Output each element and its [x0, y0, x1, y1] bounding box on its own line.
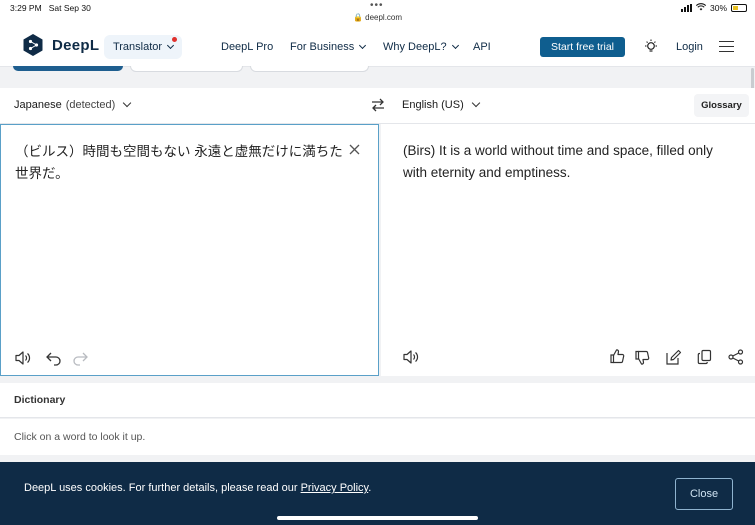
- navbar: DeepL Translator DeepL Pro For Business …: [0, 27, 755, 67]
- hamburger-menu-icon[interactable]: [719, 41, 734, 53]
- cookie-message: DeepL uses cookies. For further details,…: [24, 482, 372, 494]
- start-free-trial-button[interactable]: Start free trial: [540, 37, 625, 57]
- translated-text: (Birs) It is a world without time and sp…: [403, 143, 713, 180]
- deepl-logo-icon: [23, 34, 43, 56]
- thumbs-down-icon[interactable]: [633, 350, 651, 366]
- brand-name: DeepL: [52, 36, 100, 54]
- translator-label: Translator: [112, 41, 163, 53]
- battery-icon: [731, 4, 747, 12]
- notification-dot: [172, 37, 177, 42]
- source-text-panel[interactable]: （ビルス）時間も空間もない 永遠と虚無だけに満ちた世界だ。: [0, 124, 379, 376]
- undo-icon[interactable]: [45, 350, 63, 366]
- address-bar[interactable]: 🔒 deepl.com: [0, 13, 755, 22]
- page: 3:29 PM Sat Sep 30 ••• 🔒 deepl.com 30% D: [0, 0, 755, 525]
- dictionary-header: Dictionary: [0, 383, 755, 418]
- dictionary-hint: Click on a word to look it up.: [14, 431, 146, 443]
- chevron-down-icon: [451, 41, 459, 50]
- language-bar: Japanese (detected) English (US) Glossar…: [0, 88, 755, 124]
- tab-deepl-write[interactable]: [250, 66, 369, 72]
- target-language-name: English (US): [402, 99, 464, 111]
- status-time: 3:29 PM Sat Sep 30: [10, 3, 91, 13]
- source-textarea[interactable]: （ビルス）時間も空間もない 永遠と虚無だけに満ちた世界だ。: [15, 141, 345, 185]
- privacy-policy-link[interactable]: Privacy Policy: [301, 482, 369, 494]
- dictionary-body: Click on a word to look it up.: [0, 419, 755, 455]
- nav-link-for-business[interactable]: For Business: [290, 41, 367, 53]
- speaker-icon[interactable]: [14, 350, 32, 366]
- speaker-icon[interactable]: [402, 349, 420, 365]
- redo-icon[interactable]: [71, 350, 89, 366]
- nav-link-why-deepl[interactable]: Why DeepL?: [383, 41, 459, 53]
- target-text-panel: (Birs) It is a world without time and sp…: [381, 124, 755, 376]
- home-indicator[interactable]: [277, 516, 478, 520]
- wifi-icon: [695, 3, 707, 13]
- detected-label: (detected): [65, 99, 116, 111]
- tab-translate-files[interactable]: [130, 66, 243, 72]
- chevron-down-icon: [471, 98, 480, 108]
- copy-icon[interactable]: [696, 349, 714, 365]
- cookie-close-button[interactable]: Close: [675, 478, 733, 510]
- nav-link-api[interactable]: API: [473, 41, 491, 53]
- deepl-logo[interactable]: DeepL: [22, 33, 99, 57]
- clear-text-icon[interactable]: [349, 144, 360, 155]
- chevron-down-icon: [359, 41, 367, 50]
- dictionary-title: Dictionary: [14, 394, 66, 406]
- lightbulb-icon[interactable]: [644, 39, 658, 55]
- status-indicators: 30%: [680, 3, 747, 13]
- battery-percent: 30%: [709, 3, 727, 13]
- edit-icon[interactable]: [665, 349, 683, 365]
- share-icon[interactable]: [727, 349, 745, 365]
- chevron-down-icon: [123, 98, 132, 108]
- swap-languages-icon[interactable]: [370, 98, 386, 112]
- source-language-name: Japanese: [14, 99, 62, 111]
- signal-icon: [680, 4, 692, 12]
- nav-link-deepl-pro[interactable]: DeepL Pro: [221, 41, 273, 53]
- translator-dropdown[interactable]: Translator: [104, 35, 182, 59]
- status-bar: 3:29 PM Sat Sep 30 ••• 🔒 deepl.com 30%: [0, 0, 755, 27]
- tab-translate-text[interactable]: [13, 66, 123, 71]
- multitask-dots-icon[interactable]: •••: [370, 0, 384, 11]
- glossary-button[interactable]: Glossary: [694, 94, 749, 117]
- source-language-select[interactable]: Japanese (detected): [14, 98, 132, 111]
- thumbs-up-icon[interactable]: [608, 348, 626, 364]
- login-link[interactable]: Login: [676, 41, 703, 53]
- target-language-select[interactable]: English (US): [402, 98, 480, 111]
- chevron-down-icon: [167, 41, 175, 50]
